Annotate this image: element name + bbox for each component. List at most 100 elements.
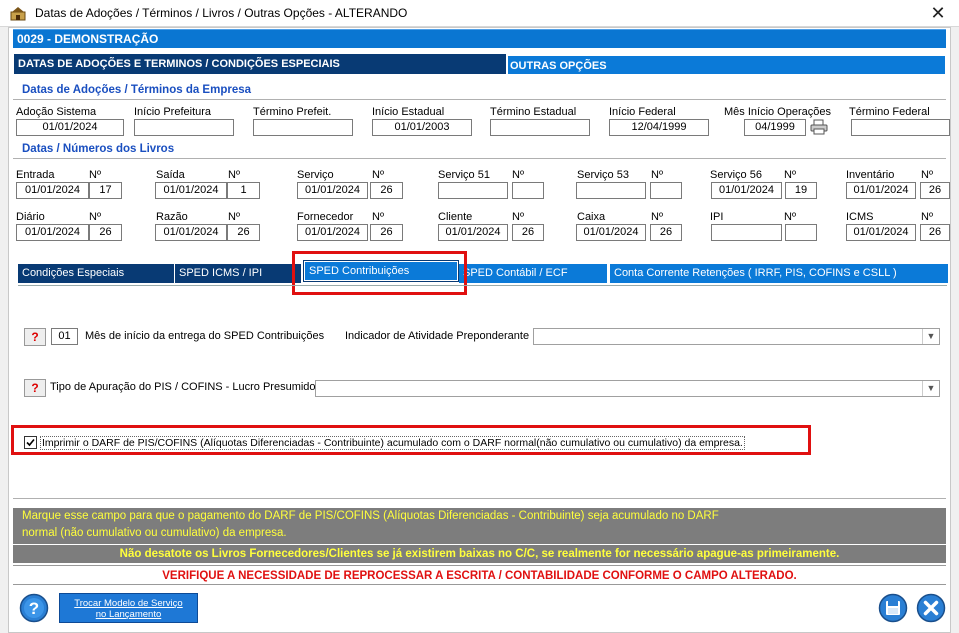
saida-date-field[interactable]: 01/01/2024 [155, 182, 227, 199]
icms-date-field[interactable]: 01/01/2024 [846, 224, 916, 241]
hint-line-1: Marque esse campo para que o pagamento d… [22, 510, 719, 522]
adocao-sistema-label: Adoção Sistema [16, 106, 97, 118]
trocar-modelo-line-1: Trocar Modelo de Serviço [74, 598, 183, 609]
cliente-num-field[interactable]: 26 [512, 224, 544, 241]
entrada-label: Entrada [16, 169, 55, 181]
servico56-num-field[interactable]: 19 [785, 182, 817, 199]
adocoes-section-title: Datas de Adoções / Términos da Empresa [22, 84, 252, 96]
app-icon [10, 7, 26, 21]
servico51-label: Serviço 51 [438, 169, 490, 181]
servico53-date-field[interactable] [576, 182, 646, 199]
caixa-num-field[interactable]: 26 [650, 224, 682, 241]
tab-sped-icms-ipi[interactable]: SPED ICMS / IPI [175, 264, 301, 283]
servico53-label: Serviço 53 [577, 169, 629, 181]
inventario-label: Inventário [846, 169, 895, 181]
saida-num-label: Nº [228, 169, 240, 181]
fornecedor-num-label: Nº [372, 211, 384, 223]
icms-num-field[interactable]: 26 [920, 224, 950, 241]
inicio-prefeitura-field[interactable] [134, 119, 234, 136]
hint-message: Marque esse campo para que o pagamento d… [13, 508, 946, 544]
fornecedor-num-field[interactable]: 26 [370, 224, 403, 241]
help-icon[interactable]: ? [19, 593, 49, 623]
termino-federal-label: Término Federal [849, 106, 930, 118]
tab-outras-opcoes[interactable]: OUTRAS OPÇÕES [507, 55, 946, 75]
termino-federal-field[interactable] [851, 119, 950, 136]
tab-outras-opcoes-label: OUTRAS OPÇÕES [510, 60, 607, 72]
inicio-prefeitura-label: Início Prefeitura [134, 106, 212, 118]
printer-icon[interactable] [810, 119, 828, 135]
tab-datas-adocoes-label: DATAS DE ADOÇÕES E TERMINOS / CONDIÇÕES … [18, 58, 340, 70]
mes-inicio-field[interactable]: 01 [51, 328, 78, 345]
apuracao-select[interactable]: ▼ [315, 380, 940, 397]
tab-condicoes-especiais[interactable]: Condições Especiais [18, 264, 174, 283]
window-titlebar: Datas de Adoções / Términos / Livros / O… [0, 0, 959, 27]
alert-message: VERIFIQUE A NECESSIDADE DE REPROCESSAR A… [13, 565, 946, 585]
servico53-num-label: Nº [651, 169, 663, 181]
livros-section-title: Datas / Números dos Livros [22, 143, 175, 155]
diario-num-field[interactable]: 26 [89, 224, 122, 241]
indicador-atividade-label: Indicador de Atividade Preponderante [345, 330, 530, 342]
saida-label: Saída [156, 169, 185, 181]
servico-label: Serviço [297, 169, 334, 181]
diario-num-label: Nº [89, 211, 101, 223]
inicio-federal-label: Início Federal [609, 106, 676, 118]
company-label: 0029 - DEMONSTRAÇÃO [17, 32, 159, 46]
servico-date-field[interactable]: 01/01/2024 [297, 182, 368, 199]
servico-num-field[interactable]: 26 [370, 182, 403, 199]
servico-num-label: Nº [372, 169, 384, 181]
inicio-federal-field[interactable]: 12/04/1999 [609, 119, 709, 136]
mes-inicio-operacoes-field[interactable]: 04/1999 [744, 119, 806, 136]
tab-datas-adocoes[interactable]: DATAS DE ADOÇÕES E TERMINOS / CONDIÇÕES … [13, 53, 507, 75]
servico56-num-label: Nº [784, 169, 796, 181]
adocao-sistema-field[interactable]: 01/01/2024 [16, 119, 124, 136]
saida-num-field[interactable]: 1 [227, 182, 260, 199]
tab-sped-contabil-ecf[interactable]: SPED Contábil / ECF [459, 264, 607, 283]
inventario-date-field[interactable]: 01/01/2024 [846, 182, 916, 199]
cliente-date-field[interactable]: 01/01/2024 [438, 224, 508, 241]
tab-conta-corrente-retencoes[interactable]: Conta Corrente Retenções ( IRRF, PIS, CO… [610, 264, 948, 283]
svg-text:?: ? [29, 599, 39, 618]
servico51-num-label: Nº [512, 169, 524, 181]
ipi-date-field[interactable] [711, 224, 782, 241]
termino-prefeitura-field[interactable] [253, 119, 353, 136]
tabs-divider [18, 285, 947, 286]
indicador-atividade-select[interactable]: ▼ [533, 328, 940, 345]
fornecedor-date-field[interactable]: 01/01/2024 [297, 224, 368, 241]
trocar-modelo-button[interactable]: Trocar Modelo de Serviço no Lançamento [59, 593, 198, 623]
ipi-num-label: Nº [784, 211, 796, 223]
mes-inicio-label: Mês de início da entrega do SPED Contrib… [85, 330, 325, 342]
ipi-num-field[interactable] [785, 224, 817, 241]
caixa-num-label: Nº [651, 211, 663, 223]
servico51-num-field[interactable] [512, 182, 544, 199]
entrada-date-field[interactable]: 01/01/2024 [16, 182, 89, 199]
checkbox-highlight [11, 425, 811, 455]
termino-prefeitura-label: Término Prefeit. [253, 106, 332, 118]
diario-label: Diário [16, 211, 45, 223]
inicio-estadual-field[interactable]: 01/01/2003 [372, 119, 472, 136]
adocoes-divider [13, 99, 946, 100]
chevron-down-icon[interactable]: ▼ [922, 329, 939, 344]
cliente-num-label: Nº [512, 211, 524, 223]
razao-num-label: Nº [228, 211, 240, 223]
chevron-down-icon[interactable]: ▼ [922, 381, 939, 396]
servico53-num-field[interactable] [650, 182, 682, 199]
close-window-button[interactable]: ✕ [927, 3, 949, 23]
razao-date-field[interactable]: 01/01/2024 [155, 224, 227, 241]
icms-num-label: Nº [921, 211, 933, 223]
termino-estadual-label: Término Estadual [490, 106, 577, 118]
icms-label: ICMS [846, 211, 874, 223]
close-icon[interactable] [916, 593, 946, 623]
inventario-num-field[interactable]: 26 [920, 182, 950, 199]
mes-inicio-operacoes-label: Mês Início Operações [724, 106, 831, 118]
razao-num-field[interactable]: 26 [227, 224, 260, 241]
entrada-num-field[interactable]: 17 [89, 182, 122, 199]
servico51-date-field[interactable] [438, 182, 508, 199]
diario-date-field[interactable]: 01/01/2024 [16, 224, 89, 241]
warning-message: Não desatote os Livros Fornecedores/Clie… [13, 545, 946, 563]
help-mes-inicio-button[interactable]: ? [24, 328, 46, 346]
termino-estadual-field[interactable] [490, 119, 590, 136]
help-apuracao-button[interactable]: ? [24, 379, 46, 397]
servico56-date-field[interactable]: 01/01/2024 [711, 182, 782, 199]
save-icon[interactable] [878, 593, 908, 623]
caixa-date-field[interactable]: 01/01/2024 [576, 224, 646, 241]
